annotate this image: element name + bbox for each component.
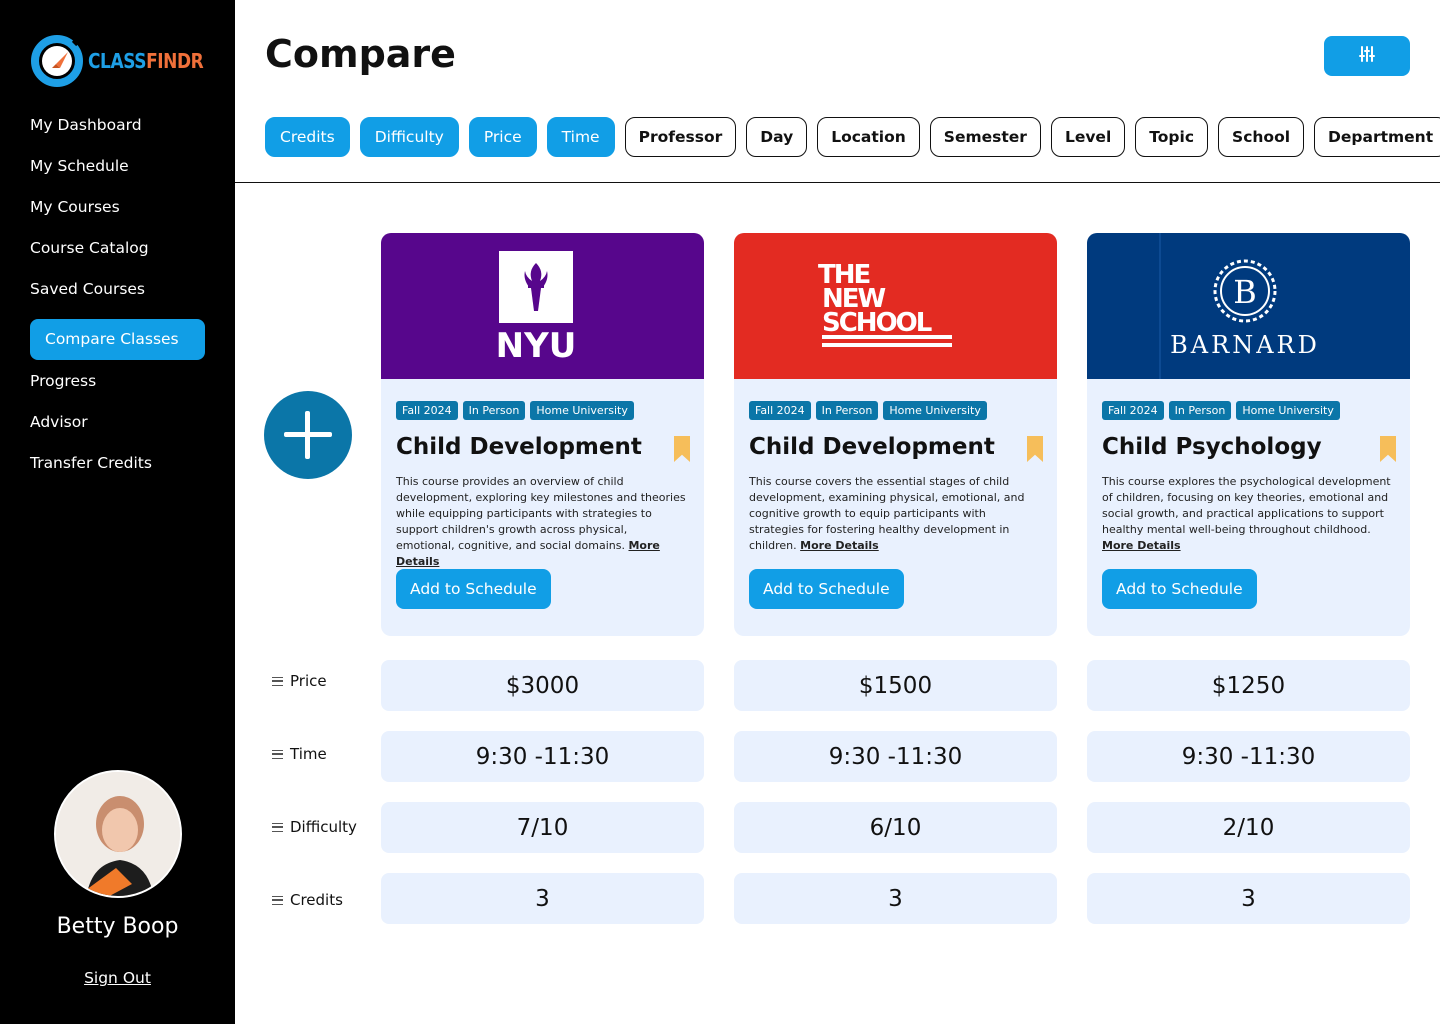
row-label-difficulty[interactable]: Difficulty [272,818,357,836]
row-label-price[interactable]: Price [272,672,327,690]
main-content: Compare Credits Difficulty Price Time Pr… [235,0,1440,1024]
filter-chip-price[interactable]: Price [468,117,537,157]
filter-settings-button[interactable] [1324,36,1410,76]
difficulty-cell: 6/10 [734,802,1057,853]
sidebar-item-saved-courses[interactable]: Saved Courses [30,278,210,309]
tag-semester: Fall 2024 [1102,401,1164,420]
sidebar: CLASSFINDR My Dashboard My Schedule My C… [0,0,235,1024]
course-description: This course explores the psychological d… [1102,475,1391,552]
filter-chip-difficulty[interactable]: Difficulty [359,117,459,157]
sidebar-item-progress[interactable]: Progress [30,370,210,411]
credits-cell: 3 [734,873,1057,924]
price-cell: $1500 [734,660,1057,711]
tag-university: Home University [530,401,634,420]
sidebar-item-compare-classes[interactable]: Compare Classes [30,319,205,360]
classfindr-logo[interactable]: CLASSFINDR [30,34,224,88]
more-details-link[interactable]: More Details [1102,539,1181,552]
new-school-logo: THE NEW SCHOOL [818,260,952,347]
filter-chip-credits[interactable]: Credits [265,117,350,157]
price-cell: $3000 [381,660,704,711]
sidebar-item-my-schedule[interactable]: My Schedule [30,155,210,196]
time-cell: 9:30 -11:30 [1087,731,1410,782]
row-label-credits[interactable]: Credits [272,891,343,909]
credits-cell: 3 [381,873,704,924]
difficulty-cell: 2/10 [1087,802,1410,853]
barnard-logo: B BARNARD [1159,233,1320,379]
nyu-logo: NYU [496,251,577,366]
sidebar-item-my-courses[interactable]: My Courses [30,196,210,237]
course-tags: Fall 2024 In Person Home University [396,401,689,420]
filter-chip-department[interactable]: Department [1314,117,1440,157]
tag-university: Home University [1236,401,1340,420]
course-card: THE NEW SCHOOL Fall 2024 In Person Home … [734,233,1057,636]
filter-chip-school[interactable]: School [1218,117,1305,157]
course-title: Child Psychology [1102,434,1322,460]
sign-out-link[interactable]: Sign Out [84,969,151,987]
add-to-schedule-button[interactable]: Add to Schedule [1102,569,1257,609]
filter-chip-day[interactable]: Day [746,117,808,157]
row-label-time[interactable]: Time [272,745,327,763]
tag-format: In Person [462,401,526,420]
time-cell: 9:30 -11:30 [381,731,704,782]
sliders-icon [1358,45,1376,67]
svg-text:BARNARD: BARNARD [1170,331,1320,359]
tag-university: Home University [883,401,987,420]
course-description: This course covers the essential stages … [749,475,1025,552]
brand-part2: FINDR [146,49,204,73]
filter-chip-time[interactable]: Time [546,117,615,157]
filter-chips: Credits Difficulty Price Time Professor … [265,117,1440,157]
sidebar-item-my-dashboard[interactable]: My Dashboard [30,114,210,155]
tag-format: In Person [1168,401,1232,420]
header-divider [235,182,1440,183]
filter-chip-topic[interactable]: Topic [1135,117,1209,157]
svg-text:NYU: NYU [496,326,577,366]
more-details-link[interactable]: More Details [800,539,879,552]
filter-chip-level[interactable]: Level [1050,117,1126,157]
sidebar-nav: My Dashboard My Schedule My Courses Cour… [30,114,210,493]
difficulty-cell: 7/10 [381,802,704,853]
page-title: Compare [265,32,456,76]
course-card: B BARNARD Fall 2024 In Person Home Unive… [1087,233,1410,636]
svg-text:SCHOOL: SCHOOL [822,308,932,338]
course-title: Child Development [749,434,995,460]
course-description: This course provides an overview of chil… [396,475,686,568]
tag-semester: Fall 2024 [396,401,458,420]
school-banner-new-school: THE NEW SCHOOL [734,233,1057,379]
add-course-button[interactable] [264,391,352,479]
time-cell: 9:30 -11:30 [734,731,1057,782]
credits-cell: 3 [1087,873,1410,924]
sidebar-item-advisor[interactable]: Advisor [30,411,210,452]
profile-name: Betty Boop [56,914,179,939]
course-title: Child Development [396,434,642,460]
filter-chip-location[interactable]: Location [817,117,920,157]
tag-format: In Person [815,401,879,420]
drag-handle-icon[interactable] [272,749,283,759]
sidebar-item-transfer-credits[interactable]: Transfer Credits [30,452,210,493]
course-card: NYU Fall 2024 In Person Home University … [381,233,704,636]
user-profile: Betty Boop Sign Out [0,770,235,987]
brand-part1: CLASS [88,49,147,73]
school-banner-barnard: B BARNARD [1087,233,1410,379]
drag-handle-icon[interactable] [272,895,283,905]
filter-chip-professor[interactable]: Professor [624,117,737,157]
price-cell: $1250 [1087,660,1410,711]
sidebar-item-course-catalog[interactable]: Course Catalog [30,237,210,278]
drag-handle-icon[interactable] [272,822,283,832]
tag-semester: Fall 2024 [749,401,811,420]
filter-chip-semester[interactable]: Semester [929,117,1041,157]
avatar[interactable] [53,770,182,898]
compass-icon [30,34,84,88]
add-to-schedule-button[interactable]: Add to Schedule [396,569,551,609]
course-tags: Fall 2024 In Person Home University [749,401,1042,420]
svg-text:B: B [1233,273,1257,311]
school-banner-nyu: NYU [381,233,704,379]
add-to-schedule-button[interactable]: Add to Schedule [749,569,904,609]
drag-handle-icon[interactable] [272,676,283,686]
course-tags: Fall 2024 In Person Home University [1102,401,1395,420]
